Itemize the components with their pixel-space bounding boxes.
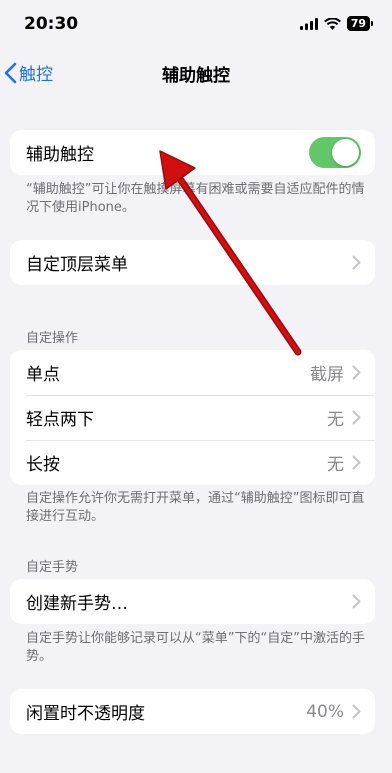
wifi-icon [323,17,341,30]
assistive-touch-label: 辅助触控 [26,145,94,165]
chevron-right-icon [352,410,361,425]
create-gesture-label: 创建新手势… [26,594,128,614]
page-title: 辅助触控 [162,66,230,86]
top-menu-group: 自定顶层菜单 [10,240,375,285]
custom-gestures-group: 创建新手势… [10,579,375,624]
single-tap-value: 截屏 [310,365,344,385]
customize-top-menu-label: 自定顶层菜单 [26,255,128,275]
long-press-value: 无 [327,455,344,475]
single-tap-row[interactable]: 单点 截屏 [10,350,375,395]
assistive-touch-group: 辅助触控 [10,130,375,175]
custom-gestures-footer: 自定手势让你能够记录可以从“菜单”下的“自定”中激活的手势。 [26,631,365,664]
customize-top-menu-row[interactable]: 自定顶层菜单 [10,240,375,285]
long-press-row[interactable]: 长按 无 [10,440,375,485]
double-tap-label: 轻点两下 [26,410,94,430]
double-tap-value: 无 [327,410,344,430]
assistive-touch-footer: “辅助触控”可让你在触摸屏幕有困难或需要自适应配件的情况下使用iPhone。 [26,182,365,215]
idle-opacity-value: 40% [306,701,344,722]
navigation-bar: 触控 辅助触控 [0,50,392,94]
custom-actions-group: 单点 截屏 轻点两下 无 长按 无 [10,350,375,485]
double-tap-row[interactable]: 轻点两下 无 [10,395,375,440]
create-gesture-row[interactable]: 创建新手势… [10,579,375,624]
idle-opacity-label: 闲置时不透明度 [26,704,145,724]
assistive-touch-toggle[interactable] [309,137,361,168]
battery-indicator: 79 [346,16,374,31]
chevron-right-icon [352,255,361,270]
toggle-knob [332,139,359,166]
chevron-right-icon [352,704,361,719]
long-press-label: 长按 [26,455,60,475]
custom-actions-header: 自定操作 [26,331,79,346]
status-icons: 79 [299,16,374,31]
idle-opacity-group: 闲置时不透明度 40% [10,689,375,734]
chevron-right-icon [352,365,361,380]
status-bar: 20:30 79 [0,0,392,50]
chevron-right-icon [352,594,361,609]
custom-actions-footer: 自定操作允许你无需打开菜单，通过“辅助触控”图标即可直接进行互动。 [26,491,365,524]
single-tap-label: 单点 [26,365,60,385]
custom-gestures-header: 自定手势 [26,560,79,575]
cellular-signal-icon [299,17,318,30]
assistive-touch-row: 辅助触控 [10,130,375,175]
status-time: 20:30 [24,14,79,34]
chevron-right-icon [352,455,361,470]
idle-opacity-row[interactable]: 闲置时不透明度 40% [10,689,375,734]
